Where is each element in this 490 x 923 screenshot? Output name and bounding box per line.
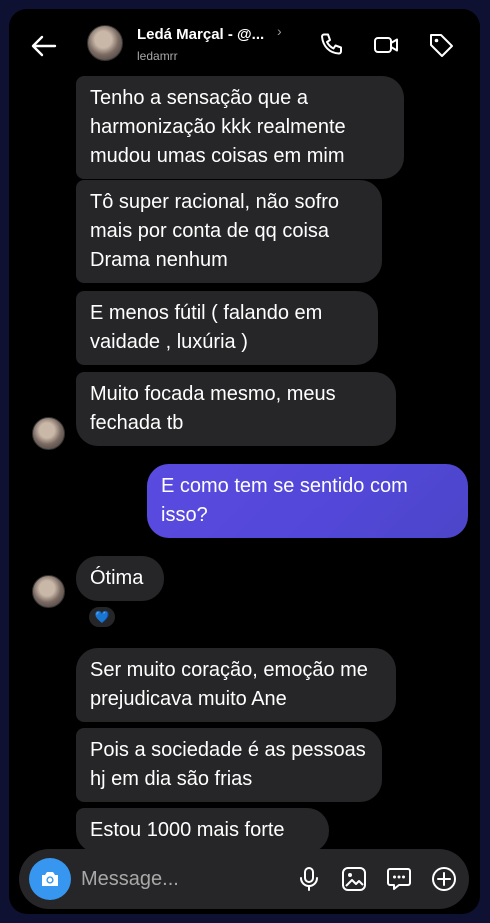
contact-avatar[interactable]: [32, 575, 65, 608]
chat-header: Ledá Marçal - @... › ledamrr: [9, 9, 480, 81]
sticker-icon[interactable]: [385, 865, 413, 893]
message-bubble-8[interactable]: Pois a sociedade é as pessoas hj em dia …: [76, 728, 382, 802]
video-icon[interactable]: [372, 31, 400, 59]
header-avatar[interactable]: [87, 25, 123, 61]
contact-name[interactable]: Ledá Marçal - @...: [137, 26, 264, 43]
chat-window: Ledá Marçal - @... › ledamrr Tenho a sen…: [9, 9, 480, 914]
plus-icon[interactable]: [430, 865, 458, 893]
contact-avatar[interactable]: [32, 417, 65, 450]
phone-icon[interactable]: [317, 31, 345, 59]
message-bubble-4[interactable]: Muito focada mesmo, meus fechada tb: [76, 372, 396, 446]
message-bubble-7[interactable]: Ser muito coração, emoção me prejudicava…: [76, 648, 396, 722]
message-bubble-1[interactable]: Tenho a sensação que a harmonização kkk …: [76, 76, 404, 179]
heart-reaction-badge[interactable]: 💙: [87, 605, 117, 629]
blue-heart-icon: 💙: [94, 610, 110, 624]
chevron-right-icon[interactable]: ›: [277, 23, 282, 39]
message-bubble-9[interactable]: Estou 1000 mais forte: [76, 808, 329, 853]
back-arrow-icon[interactable]: [29, 31, 59, 61]
message-bubble-2[interactable]: Tô super racional, não sofro mais por co…: [76, 180, 382, 283]
gallery-icon[interactable]: [340, 865, 368, 893]
message-composer: [19, 849, 469, 909]
message-bubble-3[interactable]: E menos fútil ( falando em vaidade , lux…: [76, 291, 378, 365]
camera-icon[interactable]: [29, 858, 71, 900]
message-bubble-6[interactable]: Ótima: [76, 556, 164, 601]
microphone-icon[interactable]: [295, 865, 323, 893]
message-input[interactable]: [81, 863, 271, 895]
message-bubble-5[interactable]: E como tem se sentido com isso?: [147, 464, 468, 538]
tag-icon[interactable]: [427, 31, 455, 59]
contact-username[interactable]: ledamrr: [137, 49, 178, 63]
